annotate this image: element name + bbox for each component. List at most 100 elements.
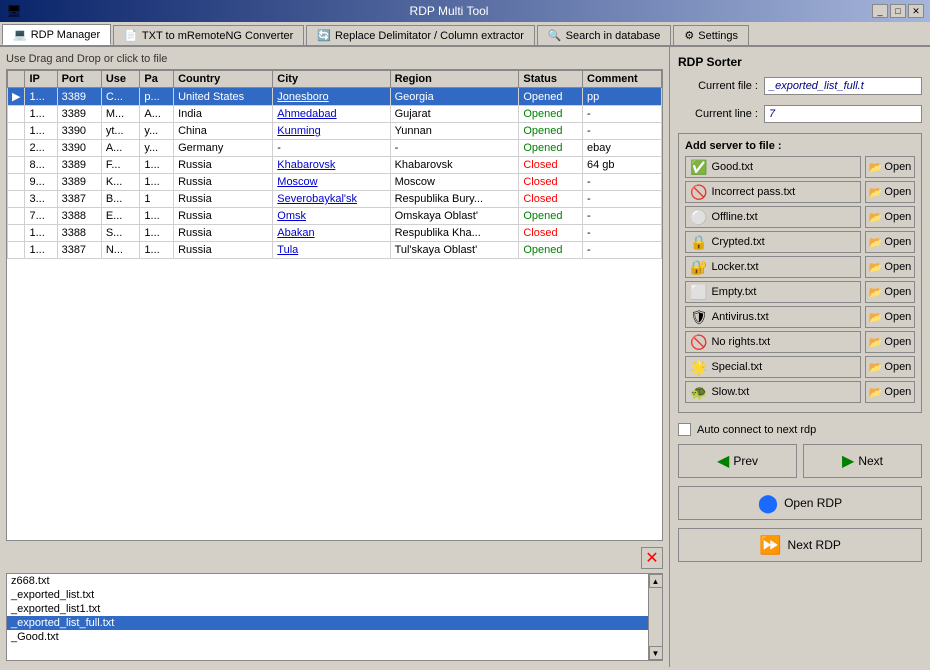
server-open-btn-incorrect[interactable]: 📂 Open [865, 181, 915, 203]
row-port: 3390 [57, 140, 101, 157]
row-ip: 1... [25, 242, 57, 259]
server-btn-good[interactable]: ✅ Good.txt [685, 156, 861, 178]
server-btn-incorrect[interactable]: 🚫 Incorrect pass.txt [685, 181, 861, 203]
file-list-item[interactable]: _exported_list_full.txt [7, 616, 662, 630]
server-label-empty: Empty.txt [711, 286, 756, 298]
row-country: Germany [174, 140, 273, 157]
row-city: Tula [273, 242, 390, 259]
drag-hint: Use Drag and Drop or click to file [6, 53, 663, 65]
tab-replace-delimitator[interactable]: 🔄 Replace Delimitator / Column extractor [306, 25, 535, 45]
rdp-sorter-title: RDP Sorter [678, 55, 922, 69]
server-buttons: ✅ Good.txt 📂 Open 🚫 Incorrect pass.txt 📂… [685, 156, 915, 403]
row-arrow [8, 191, 25, 208]
server-btn-crypted[interactable]: 🔒 Crypted.txt [685, 231, 861, 253]
file-list-scroll[interactable]: z668.txt_exported_list.txt_exported_list… [7, 574, 662, 660]
row-comment: pp [583, 88, 662, 106]
next-rdp-icon: ⏩ [759, 535, 781, 556]
tab-search-db[interactable]: 🔍 Search in database [537, 25, 672, 45]
table-row[interactable]: 3... 3387 B... 1 Russia Severobaykal'sk … [8, 191, 662, 208]
row-region: Tul'skaya Oblast' [390, 242, 519, 259]
file-list-item[interactable]: z668.txt [7, 574, 662, 588]
scroll-up-button[interactable]: ▲ [649, 574, 663, 588]
server-btn-special[interactable]: 🌟 Special.txt [685, 356, 861, 378]
server-btn-offline[interactable]: ⚪ Offline.txt [685, 206, 861, 228]
row-city: Omsk [273, 208, 390, 225]
server-open-btn-good[interactable]: 📂 Open [865, 156, 915, 178]
row-port: 3389 [57, 157, 101, 174]
file-list-item[interactable]: _exported_list1.txt [7, 602, 662, 616]
server-btn-norights[interactable]: 🚫 No rights.txt [685, 331, 861, 353]
close-button[interactable]: ✕ [908, 4, 924, 18]
tab-settings-label: Settings [698, 30, 738, 42]
table-row[interactable]: 1... 3390 yt... y... China Kunming Yunna… [8, 123, 662, 140]
server-label-slow: Slow.txt [711, 386, 749, 398]
prev-button[interactable]: ◀ Prev [678, 444, 797, 478]
server-open-btn-empty[interactable]: 📂 Open [865, 281, 915, 303]
nav-row: ◀ Prev ▶ Next [678, 444, 922, 478]
server-btn-slow[interactable]: 🐢 Slow.txt [685, 381, 861, 403]
table-row[interactable]: 7... 3388 E... 1... Russia Omsk Omskaya … [8, 208, 662, 225]
server-icon-empty: ⬜ [690, 284, 707, 301]
table-row[interactable]: 2... 3390 A... y... Germany - - Opened e… [8, 140, 662, 157]
server-label-offline: Offline.txt [711, 211, 757, 223]
tab-search-label: Search in database [566, 30, 661, 42]
server-row-incorrect: 🚫 Incorrect pass.txt 📂 Open [685, 181, 915, 203]
table-row[interactable]: 1... 3388 S... 1... Russia Abakan Respub… [8, 225, 662, 242]
server-btn-empty[interactable]: ⬜ Empty.txt [685, 281, 861, 303]
row-port: 3388 [57, 208, 101, 225]
table-row[interactable]: 1... 3389 M... A... India Ahmedabad Guja… [8, 106, 662, 123]
row-region: Omskaya Oblast' [390, 208, 519, 225]
row-country: Russia [174, 174, 273, 191]
col-country: Country [174, 71, 273, 88]
server-open-btn-crypted[interactable]: 📂 Open [865, 231, 915, 253]
next-button[interactable]: ▶ Next [803, 444, 922, 478]
row-region: Moscow [390, 174, 519, 191]
folder-icon-special: 📂 [869, 361, 883, 374]
row-status: Opened [519, 106, 583, 123]
table-row[interactable]: 9... 3389 K... 1... Russia Moscow Moscow… [8, 174, 662, 191]
server-open-btn-special[interactable]: 📂 Open [865, 356, 915, 378]
server-open-btn-antivirus[interactable]: 📂 Open [865, 306, 915, 328]
server-icon-special: 🌟 [690, 359, 707, 376]
next-rdp-label: Next RDP [788, 538, 841, 552]
folder-icon-norights: 📂 [869, 336, 883, 349]
row-use: F... [101, 157, 140, 174]
table-row[interactable]: ▶ 1... 3389 C... p... United States Jone… [8, 88, 662, 106]
maximize-button[interactable]: □ [890, 4, 906, 18]
tab-rdp-manager[interactable]: 💻 RDP Manager [2, 24, 111, 45]
tab-settings[interactable]: ⚙ Settings [673, 25, 749, 45]
auto-connect-checkbox[interactable] [678, 423, 691, 436]
server-open-btn-locker[interactable]: 📂 Open [865, 256, 915, 278]
row-status: Opened [519, 123, 583, 140]
server-open-btn-slow[interactable]: 📂 Open [865, 381, 915, 403]
file-list-scrollbar: ▲ ▼ [648, 574, 662, 660]
table-row[interactable]: 8... 3389 F... 1... Russia Khabarovsk Kh… [8, 157, 662, 174]
next-rdp-button[interactable]: ⏩ Next RDP [678, 528, 922, 562]
table-container[interactable]: IP Port Use Pa Country City Region Statu… [6, 69, 663, 541]
minimize-button[interactable]: _ [872, 4, 888, 18]
row-port: 3387 [57, 242, 101, 259]
server-open-btn-offline[interactable]: 📂 Open [865, 206, 915, 228]
file-list-item[interactable]: _Good.txt [7, 630, 662, 644]
table-row[interactable]: 1... 3387 N... 1... Russia Tula Tul'skay… [8, 242, 662, 259]
row-status: Opened [519, 88, 583, 106]
tab-rdp-manager-icon: 💻 [13, 28, 27, 41]
col-status: Status [519, 71, 583, 88]
col-use: Use [101, 71, 140, 88]
open-rdp-button[interactable]: ⬤ Open RDP [678, 486, 922, 520]
file-list-item[interactable]: _exported_list.txt [7, 588, 662, 602]
scroll-down-button[interactable]: ▼ [649, 646, 663, 660]
open-rdp-label: Open RDP [784, 496, 842, 510]
server-open-btn-norights[interactable]: 📂 Open [865, 331, 915, 353]
current-file-value: _exported_list_full.t [764, 77, 922, 95]
tab-txt-converter[interactable]: 📄 TXT to mRemoteNG Converter [113, 25, 304, 45]
server-icon-good: ✅ [690, 159, 707, 176]
server-btn-antivirus[interactable]: 🛡 Antivirus.txt [685, 306, 861, 328]
col-port: Port [57, 71, 101, 88]
server-row-crypted: 🔒 Crypted.txt 📂 Open [685, 231, 915, 253]
row-city: Khabarovsk [273, 157, 390, 174]
clear-button[interactable]: ✕ [641, 547, 663, 569]
file-list-container[interactable]: z668.txt_exported_list.txt_exported_list… [6, 573, 663, 661]
row-use: N... [101, 242, 140, 259]
server-btn-locker[interactable]: 🔐 Locker.txt [685, 256, 861, 278]
